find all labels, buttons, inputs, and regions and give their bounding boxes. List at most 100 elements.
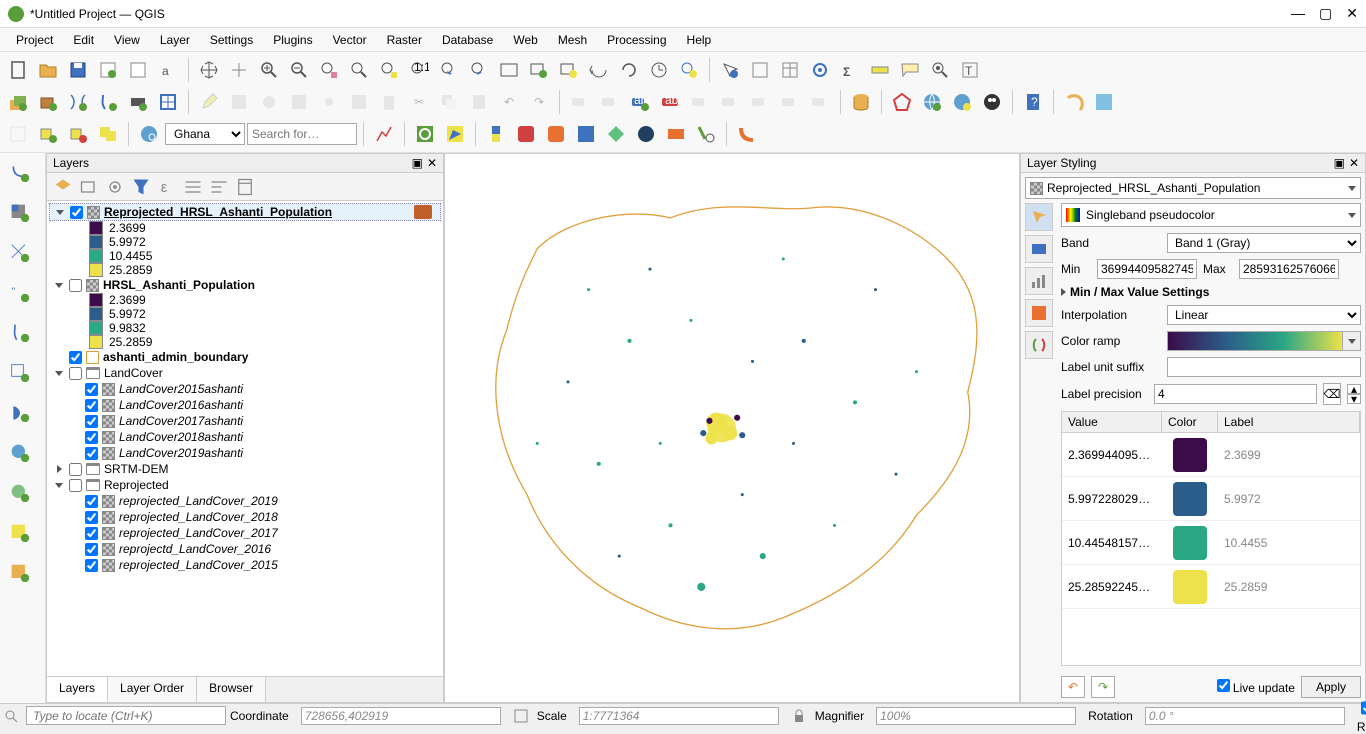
color-swatch[interactable] bbox=[1173, 482, 1207, 516]
lock-icon[interactable] bbox=[791, 708, 807, 724]
layers-panel-close-button[interactable]: ✕ bbox=[427, 156, 437, 170]
render-checkbox[interactable] bbox=[1361, 699, 1366, 717]
paste-button[interactable] bbox=[465, 88, 493, 116]
new-bookmark-button[interactable] bbox=[555, 56, 583, 84]
zoom-full-button[interactable] bbox=[345, 56, 373, 84]
extent-icon[interactable] bbox=[513, 708, 529, 724]
group-srtm[interactable]: SRTM-DEM bbox=[49, 461, 441, 477]
zoom-next-button[interactable] bbox=[465, 56, 493, 84]
redo-style-button[interactable]: ↷ bbox=[1091, 676, 1115, 698]
plugin-h-button[interactable] bbox=[733, 120, 761, 148]
cut-button[interactable]: ✂ bbox=[405, 88, 433, 116]
layer-visibility-checkbox[interactable] bbox=[85, 495, 98, 508]
layout-manager-button[interactable] bbox=[124, 56, 152, 84]
tab-history[interactable] bbox=[1025, 331, 1053, 359]
style-manager-button[interactable]: a bbox=[154, 56, 182, 84]
max-input[interactable] bbox=[1239, 259, 1339, 279]
redo-button[interactable]: ↷ bbox=[525, 88, 553, 116]
add-wcs-button[interactable] bbox=[2, 515, 38, 551]
precision-down-button[interactable]: ▾ bbox=[1347, 394, 1361, 404]
temporal-nav-button[interactable] bbox=[675, 56, 703, 84]
new-geopackage-button[interactable] bbox=[34, 88, 62, 116]
zoom-selection-button[interactable] bbox=[375, 56, 403, 84]
layer-expand-button[interactable] bbox=[181, 175, 205, 199]
osm-country-select[interactable]: Ghana bbox=[165, 123, 245, 145]
group-reprojected[interactable]: Reprojected bbox=[49, 477, 441, 493]
layer-lc-2015[interactable]: LandCover2015ashanti bbox=[49, 381, 441, 397]
layer-manage-themes-button[interactable] bbox=[103, 175, 127, 199]
scale-input[interactable] bbox=[579, 707, 779, 725]
menu-plugins[interactable]: Plugins bbox=[265, 31, 320, 49]
menu-database[interactable]: Database bbox=[434, 31, 501, 49]
color-swatch[interactable] bbox=[1173, 570, 1207, 604]
new-project-button[interactable] bbox=[4, 56, 32, 84]
color-ramp[interactable] bbox=[1167, 331, 1343, 351]
tab-symbology[interactable] bbox=[1025, 203, 1053, 231]
layer-rlc-2018[interactable]: reprojected_LandCover_2018 bbox=[49, 509, 441, 525]
db-manager-button[interactable] bbox=[847, 88, 875, 116]
save-edits-button[interactable] bbox=[225, 88, 253, 116]
class-row[interactable]: 5.997228029… 5.9972 bbox=[1062, 477, 1360, 521]
add-raster-button[interactable] bbox=[2, 195, 38, 231]
add-wms-button[interactable] bbox=[2, 435, 38, 471]
new-memory-button[interactable] bbox=[124, 88, 152, 116]
new-map-view-button[interactable] bbox=[495, 56, 523, 84]
ramp-menu-button[interactable] bbox=[1343, 331, 1361, 351]
locator-search-icon[interactable] bbox=[0, 704, 22, 727]
layer-visibility-checkbox[interactable] bbox=[85, 543, 98, 556]
layer-lc-2018[interactable]: LandCover2018ashanti bbox=[49, 429, 441, 445]
plugin-e-button[interactable] bbox=[632, 120, 660, 148]
tab-browser[interactable]: Browser bbox=[197, 677, 266, 702]
add-spatialite-button[interactable] bbox=[2, 315, 38, 351]
band-select[interactable]: Band 1 (Gray) bbox=[1167, 233, 1361, 253]
classes-table[interactable]: Value Color Label 2.369944095… 2.3699 5.… bbox=[1061, 411, 1361, 666]
layer-visibility-checkbox[interactable] bbox=[85, 399, 98, 412]
color-swatch[interactable] bbox=[1173, 526, 1207, 560]
expand-icon[interactable] bbox=[54, 206, 66, 218]
locator-input[interactable] bbox=[26, 706, 226, 725]
layer-visibility-checkbox[interactable] bbox=[69, 463, 82, 476]
layer-visibility-checkbox[interactable] bbox=[85, 511, 98, 524]
label-toolbar3-button[interactable] bbox=[686, 88, 714, 116]
vertex-tool-button[interactable] bbox=[315, 88, 343, 116]
menu-help[interactable]: Help bbox=[679, 31, 720, 49]
close-window-button[interactable]: ✕ bbox=[1346, 5, 1358, 22]
interpolation-select[interactable]: Linear bbox=[1167, 305, 1361, 325]
temporal-button[interactable] bbox=[585, 56, 613, 84]
layer-visibility-checkbox[interactable] bbox=[85, 431, 98, 444]
layer-visibility-checkbox[interactable] bbox=[69, 351, 82, 364]
new-spatialite-button[interactable] bbox=[94, 88, 122, 116]
layer-rlc-2016[interactable]: reprojectd_LandCover_2016 bbox=[49, 541, 441, 557]
layers-panel-undock-button[interactable]: ▣ bbox=[412, 156, 423, 170]
layer-add-group-button[interactable] bbox=[77, 175, 101, 199]
tab-layer-order[interactable]: Layer Order bbox=[108, 677, 197, 702]
tool3-4[interactable] bbox=[94, 120, 122, 148]
tool3-2[interactable] bbox=[34, 120, 62, 148]
suffix-input[interactable] bbox=[1167, 357, 1361, 377]
plugin-d-button[interactable] bbox=[602, 120, 630, 148]
styling-undock-button[interactable]: ▣ bbox=[1334, 156, 1345, 170]
move-feature-button[interactable] bbox=[285, 88, 313, 116]
layer-lc-2016[interactable]: LandCover2016ashanti bbox=[49, 397, 441, 413]
toolbox-button[interactable] bbox=[806, 56, 834, 84]
layer-rlc-2019[interactable]: reprojected_LandCover_2019 bbox=[49, 493, 441, 509]
coord-input[interactable] bbox=[301, 707, 501, 725]
label-toolbar5-button[interactable] bbox=[746, 88, 774, 116]
identify-button[interactable] bbox=[716, 56, 744, 84]
toggle-editing-button[interactable] bbox=[195, 88, 223, 116]
layer-visibility-checkbox[interactable] bbox=[69, 279, 82, 292]
plugin1-button[interactable] bbox=[1060, 88, 1088, 116]
add-xyz-button[interactable] bbox=[2, 555, 38, 591]
plugin-g-button[interactable] bbox=[692, 120, 720, 148]
osm-search-button[interactable] bbox=[135, 120, 163, 148]
layer-filter-button[interactable] bbox=[51, 175, 75, 199]
styling-close-button[interactable]: ✕ bbox=[1349, 156, 1359, 170]
expand-icon[interactable] bbox=[53, 279, 65, 291]
annotation-button[interactable] bbox=[926, 56, 954, 84]
menu-view[interactable]: View bbox=[106, 31, 148, 49]
select-button[interactable] bbox=[746, 56, 774, 84]
modify-attrs-button[interactable] bbox=[345, 88, 373, 116]
render-type-select[interactable]: Singleband pseudocolor bbox=[1061, 203, 1361, 227]
pan-button[interactable] bbox=[195, 56, 223, 84]
precision-clear-button[interactable]: ⌫ bbox=[1323, 383, 1341, 405]
